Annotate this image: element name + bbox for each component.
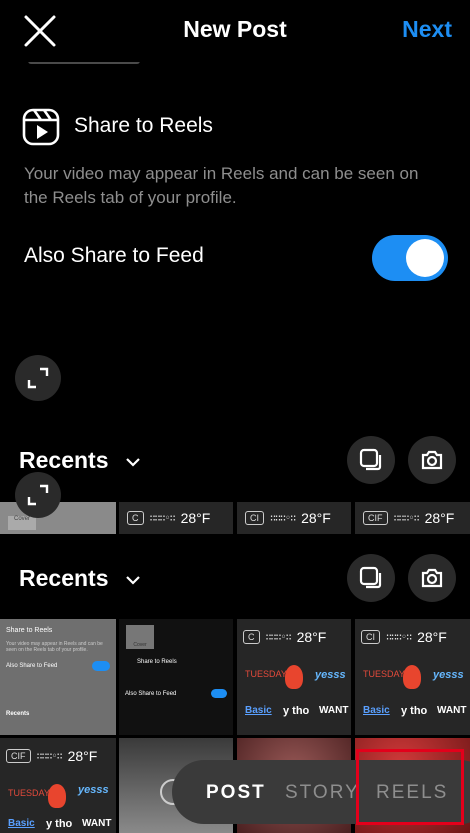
recents-dropdown[interactable]: Recents	[19, 565, 108, 592]
expand-icon	[27, 367, 49, 389]
gallery-thumbnail[interactable]: C ∷∷∷◦∷ 28°F	[119, 502, 233, 534]
highlight-box	[356, 749, 464, 825]
recents-dropdown[interactable]: Recents	[19, 447, 108, 474]
mode-post[interactable]: POST	[206, 782, 266, 804]
gallery-thumbnail[interactable]: Cover Share to Reels Also Share to Feed	[119, 619, 233, 735]
share-to-reels-description: Your video may appear in Reels and can b…	[24, 164, 419, 207]
expand-icon	[27, 484, 49, 506]
multi-select-icon	[359, 448, 382, 471]
camera-button[interactable]	[408, 554, 456, 602]
gallery-thumbnail[interactable]: CIF ∷∷∷◦∷ 28°F	[355, 502, 470, 534]
gallery-thumbnail[interactable]: C ∷∷∷◦∷ 28°F TUESDAY yesss Basic y tho WAN…	[237, 619, 351, 735]
share-to-reels-title: Share to Reels	[74, 114, 213, 137]
expand-preview-button[interactable]	[15, 472, 61, 518]
multi-select-button[interactable]	[347, 554, 395, 602]
also-share-to-feed-label: Also Share to Feed	[24, 244, 204, 267]
chevron-down-icon	[126, 576, 140, 585]
gallery-thumbnail[interactable]: CI ∷∷∷◦∷ 28°F TUESDAY yesss Basic y tho WA…	[355, 619, 470, 735]
gallery-thumbnail[interactable]: CI ∷∷∷◦∷ 28°F	[237, 502, 351, 534]
toggle-knob	[406, 239, 444, 277]
multi-select-icon	[359, 566, 382, 589]
expand-preview-button[interactable]	[15, 355, 61, 401]
next-button[interactable]: Next	[402, 16, 452, 43]
reels-icon	[22, 108, 60, 146]
chevron-down-icon	[126, 458, 140, 467]
gallery-thumbnail[interactable]: CIF ∷∷∷◦∷ 28°F TUESDAY yesss Basic y tho W…	[0, 738, 116, 833]
header: New Post Next	[0, 0, 470, 62]
page-title: New Post	[183, 16, 287, 42]
multi-select-button[interactable]	[347, 436, 395, 484]
gallery-thumbnail[interactable]: Share to Reels Your video may appear in …	[0, 619, 116, 735]
camera-icon	[421, 450, 443, 470]
mode-story[interactable]: STORY	[285, 782, 360, 804]
share-to-feed-toggle[interactable]	[372, 235, 448, 281]
camera-icon	[421, 568, 443, 588]
camera-button[interactable]	[408, 436, 456, 484]
